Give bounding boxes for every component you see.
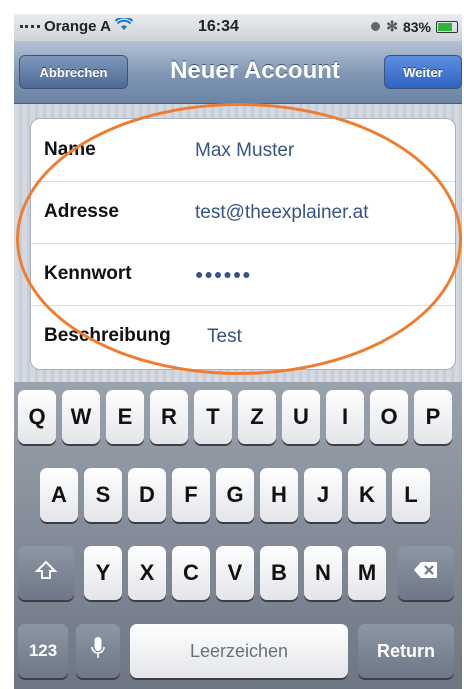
name-field[interactable]: Name Max Muster [31, 119, 455, 182]
battery-percent: 83% [402, 18, 431, 35]
account-form: Name Max Muster Adresse test@theexplaine… [30, 118, 456, 370]
carrier-label: Orange A [44, 18, 111, 35]
key-t[interactable]: T [194, 390, 232, 444]
clock: 16:34 [198, 18, 239, 35]
name-value[interactable]: Max Muster [195, 140, 294, 162]
signal-icon [20, 21, 40, 28]
return-key[interactable]: Return [358, 624, 454, 678]
key-o[interactable]: O [370, 390, 408, 444]
key-l[interactable]: L [392, 468, 430, 522]
keyboard: Q W E R T Z U I O P A S D F G H J K L Y … [14, 382, 462, 689]
battery-icon [436, 20, 458, 33]
key-x[interactable]: X [128, 546, 166, 600]
microphone-key[interactable] [76, 624, 120, 678]
space-key[interactable]: Leerzeichen [130, 624, 348, 678]
key-r[interactable]: R [150, 390, 188, 444]
key-d[interactable]: D [128, 468, 166, 522]
microphone-icon [91, 636, 105, 666]
shift-icon [34, 560, 58, 586]
wifi-icon [114, 16, 134, 35]
key-y[interactable]: Y [84, 546, 122, 600]
key-j[interactable]: J [304, 468, 342, 522]
key-u[interactable]: U [282, 390, 320, 444]
name-label: Name [44, 139, 96, 160]
password-value[interactable]: ●●●●●● [195, 266, 252, 282]
bluetooth-icon: ✻ [386, 18, 398, 34]
delete-key[interactable] [398, 546, 454, 600]
key-n[interactable]: N [304, 546, 342, 600]
form-area: Name Max Muster Adresse test@theexplaine… [14, 104, 462, 382]
key-a[interactable]: A [40, 468, 78, 522]
key-g[interactable]: G [216, 468, 254, 522]
key-p[interactable]: P [414, 390, 452, 444]
key-k[interactable]: K [348, 468, 386, 522]
address-label: Adresse [44, 201, 119, 222]
description-value[interactable]: Test [207, 326, 242, 348]
key-b[interactable]: B [260, 546, 298, 600]
description-label: Beschreibung [44, 325, 171, 346]
navigation-bar: Abbrechen Neuer Account Weiter [14, 41, 462, 104]
address-value[interactable]: test@theexplainer.at [195, 202, 369, 224]
alarm-icon [370, 19, 381, 35]
key-z[interactable]: Z [238, 390, 276, 444]
password-label: Kennwort [44, 263, 132, 284]
shift-key[interactable] [18, 546, 74, 600]
page-title: Neuer Account [170, 57, 340, 84]
key-s[interactable]: S [84, 468, 122, 522]
cancel-button[interactable]: Abbrechen [19, 55, 128, 89]
status-bar: Orange A 16:34 ✻ 83% [14, 14, 462, 41]
password-field[interactable]: Kennwort ●●●●●● [31, 243, 455, 306]
key-m[interactable]: M [348, 546, 386, 600]
numbers-key[interactable]: 123 [18, 624, 68, 678]
key-i[interactable]: I [326, 390, 364, 444]
key-f[interactable]: F [172, 468, 210, 522]
key-c[interactable]: C [172, 546, 210, 600]
address-field[interactable]: Adresse test@theexplainer.at [31, 181, 455, 244]
key-q[interactable]: Q [18, 390, 56, 444]
key-h[interactable]: H [260, 468, 298, 522]
delete-icon [413, 561, 439, 585]
phone-screen: Orange A 16:34 ✻ 83% Abbrechen Neuer Acc… [14, 14, 462, 689]
description-field[interactable]: Beschreibung Test [31, 305, 455, 367]
next-button[interactable]: Weiter [384, 55, 462, 89]
key-v[interactable]: V [216, 546, 254, 600]
key-w[interactable]: W [62, 390, 100, 444]
key-e[interactable]: E [106, 390, 144, 444]
